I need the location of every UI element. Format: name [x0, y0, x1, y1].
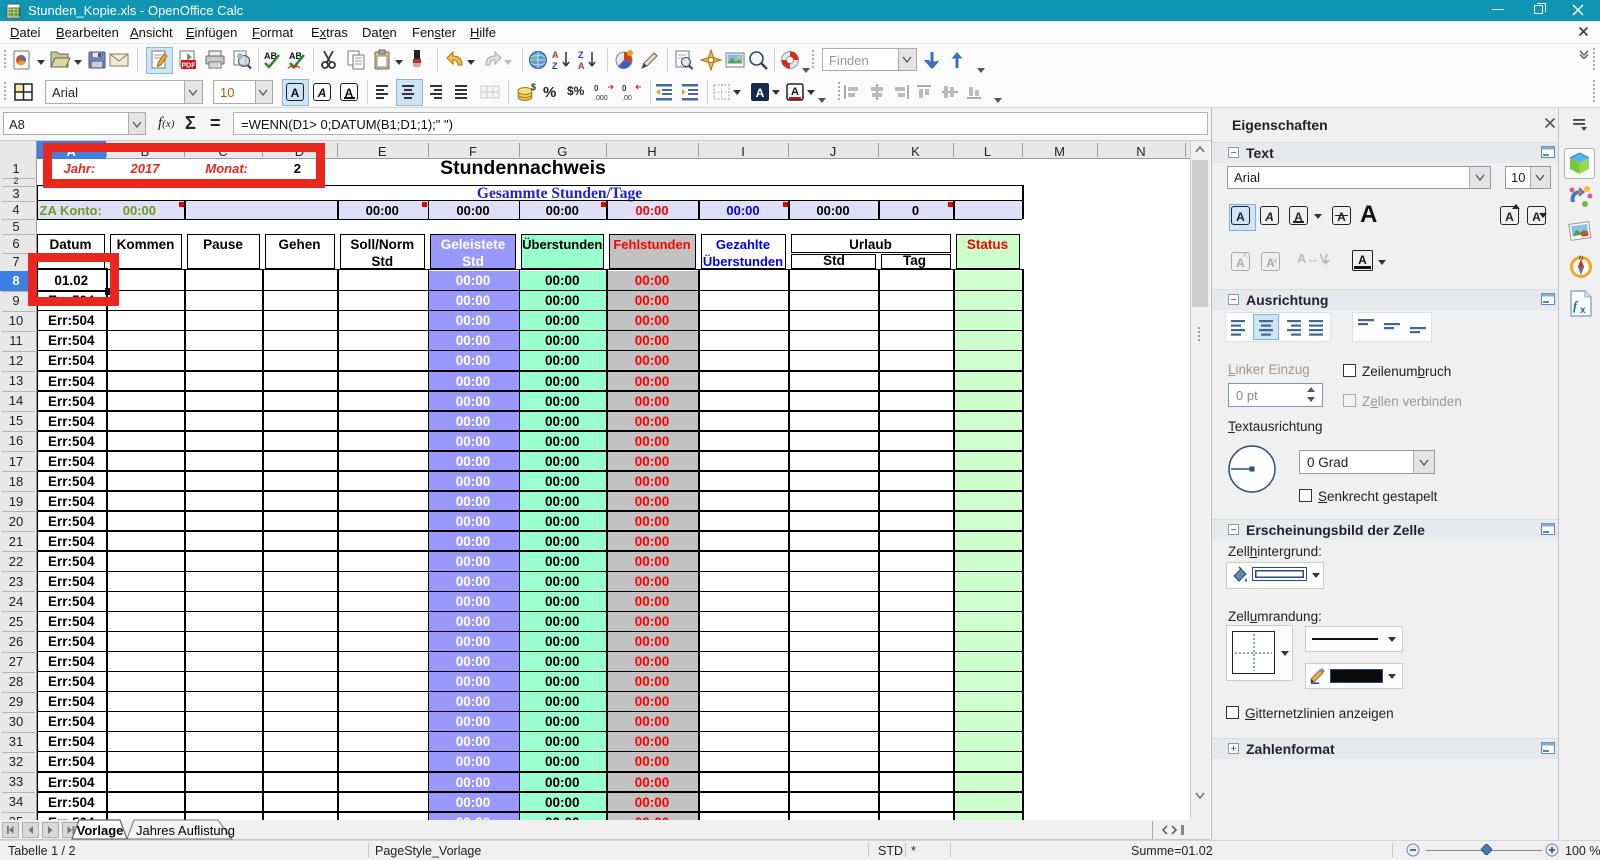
- svg-text:A: A: [756, 86, 765, 100]
- svg-text:Z: Z: [578, 50, 584, 60]
- svg-text:PDF: PDF: [182, 63, 197, 70]
- svg-text:A: A: [552, 50, 559, 60]
- svg-text:.00: .00: [622, 95, 632, 102]
- svg-text:A: A: [578, 61, 585, 71]
- svg-text:Z: Z: [552, 61, 558, 71]
- svg-text:x: x: [1243, 250, 1247, 258]
- svg-text:v: v: [1273, 256, 1277, 264]
- svg-text:$: $: [531, 82, 536, 92]
- svg-text:0: 0: [622, 84, 627, 93]
- svg-text:A: A: [791, 86, 799, 98]
- svg-text:x: x: [1580, 305, 1586, 316]
- svg-text:.000: .000: [594, 95, 608, 102]
- svg-text:0: 0: [594, 84, 599, 93]
- svg-text:N: N: [1579, 256, 1583, 262]
